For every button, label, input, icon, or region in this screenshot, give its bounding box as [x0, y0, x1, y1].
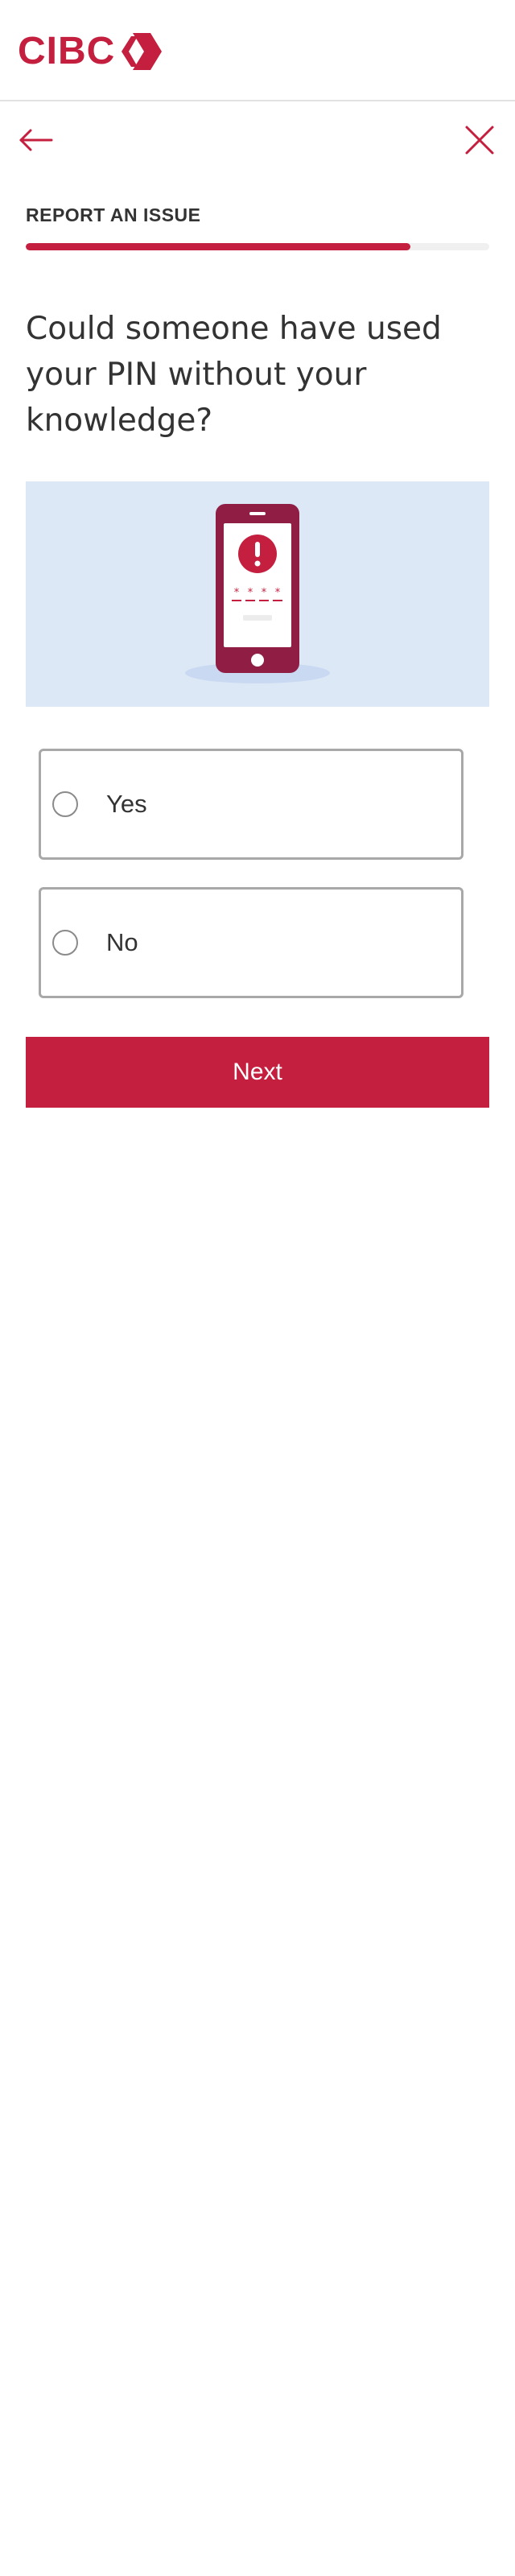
- back-button[interactable]: [16, 121, 55, 159]
- option-label: Yes: [106, 790, 147, 818]
- section-title: REPORT AN ISSUE: [26, 204, 201, 225]
- svg-text:*: *: [275, 587, 281, 599]
- option-no[interactable]: No: [39, 887, 464, 998]
- illustration-panel: * * * *: [26, 481, 489, 707]
- radio-button-yes[interactable]: [52, 791, 78, 817]
- next-button[interactable]: Next: [26, 1037, 489, 1108]
- progress-bar-fill: [26, 243, 411, 250]
- cibc-diamond-icon: [122, 33, 163, 70]
- app-header: CIBC: [0, 0, 515, 101]
- close-button[interactable]: [460, 121, 499, 159]
- radio-button-no[interactable]: [52, 930, 78, 956]
- question-heading: Could someone have used your PIN without…: [26, 311, 442, 439]
- progress-bar: [26, 243, 489, 250]
- arrow-left-icon: [19, 129, 53, 151]
- option-yes[interactable]: Yes: [39, 749, 464, 860]
- svg-text:*: *: [234, 587, 240, 599]
- flow-nav: [0, 113, 515, 171]
- option-label: No: [106, 928, 138, 956]
- svg-text:*: *: [248, 587, 253, 599]
- cibc-logo[interactable]: CIBC: [18, 29, 163, 74]
- close-icon: [465, 126, 494, 155]
- phone-pin-alert-icon: * * * *: [185, 504, 330, 683]
- logo-wordmark: CIBC: [18, 30, 116, 72]
- svg-text:*: *: [262, 587, 267, 599]
